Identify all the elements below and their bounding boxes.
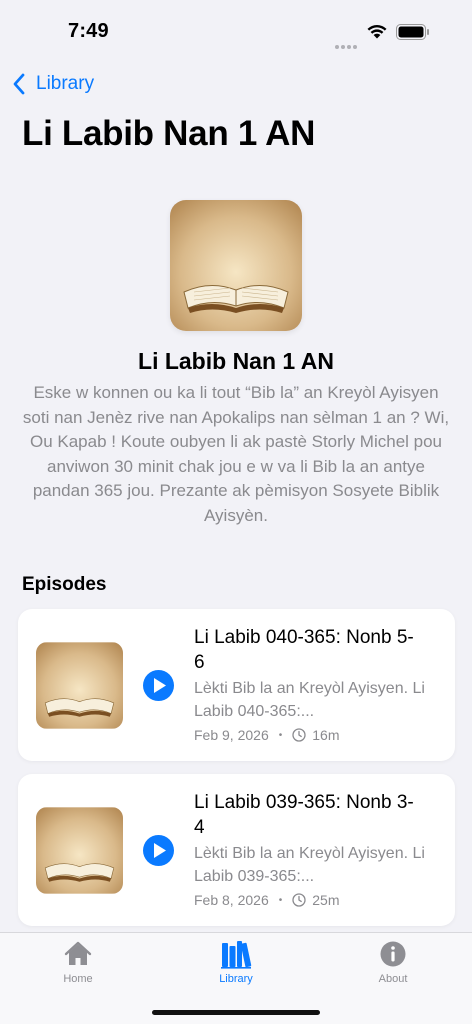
separator-dot: • bbox=[278, 729, 283, 741]
play-icon bbox=[154, 678, 166, 693]
episode-date: Feb 9, 2026 bbox=[194, 727, 269, 743]
tab-library[interactable]: Library bbox=[186, 939, 286, 985]
episode-meta: Feb 9, 2026 • 16m bbox=[194, 727, 339, 743]
episode-card[interactable]: Li Labib 040-365: Nonb 5-6 Lèkti Bib la … bbox=[18, 609, 455, 761]
house-icon bbox=[64, 941, 92, 965]
episode-artwork bbox=[36, 642, 123, 729]
clock-icon bbox=[292, 893, 306, 907]
episode-title: Li Labib 040-365: Nonb 5-6 bbox=[194, 627, 414, 673]
episode-card[interactable]: Li Labib 039-365: Nonb 3-4 Lèkti Bib la … bbox=[18, 774, 455, 926]
back-button[interactable]: Library bbox=[12, 70, 94, 98]
signal-icon bbox=[335, 36, 359, 49]
episodes-heading: Episodes bbox=[22, 574, 107, 595]
podcast-cover-image bbox=[170, 200, 302, 331]
clock-icon bbox=[292, 728, 306, 742]
wifi-icon bbox=[367, 24, 387, 39]
home-indicator bbox=[152, 1010, 320, 1015]
tab-about-label: About bbox=[378, 973, 408, 985]
chevron-left-icon bbox=[13, 73, 25, 95]
episode-description: Lèkti Bib la an Kreyòl Ayisyen. Li Labib… bbox=[194, 680, 425, 720]
episode-meta: Feb 8, 2026 • 25m bbox=[194, 892, 339, 908]
play-button[interactable] bbox=[143, 670, 174, 701]
episode-title: Li Labib 039-365: Nonb 3-4 bbox=[194, 792, 414, 838]
episode-duration: 25m bbox=[312, 892, 340, 908]
episode-date: Feb 8, 2026 bbox=[194, 892, 269, 908]
info-icon bbox=[380, 941, 406, 967]
status-time: 7:49 bbox=[68, 20, 109, 42]
tab-home-label: Home bbox=[63, 973, 93, 985]
episode-duration: 16m bbox=[312, 727, 340, 743]
tab-library-label: Library bbox=[219, 973, 253, 985]
tab-about[interactable]: About bbox=[343, 939, 443, 985]
back-button-label: Library bbox=[36, 73, 95, 94]
episode-description: Lèkti Bib la an Kreyòl Ayisyen. Li Labib… bbox=[194, 845, 425, 885]
battery-icon bbox=[396, 24, 429, 40]
books-icon bbox=[221, 941, 252, 969]
podcast-description: Eske w konnen ou ka li tout “Bib la” an … bbox=[22, 383, 450, 525]
play-button[interactable] bbox=[143, 835, 174, 866]
tab-home[interactable]: Home bbox=[28, 939, 128, 985]
status-bar: 7:49 bbox=[0, 0, 472, 60]
episode-artwork bbox=[36, 807, 123, 894]
separator-dot: • bbox=[278, 894, 283, 906]
page-title: Li Labib Nan 1 AN bbox=[22, 114, 316, 153]
podcast-name: Li Labib Nan 1 AN bbox=[138, 348, 334, 374]
play-icon bbox=[154, 843, 166, 858]
